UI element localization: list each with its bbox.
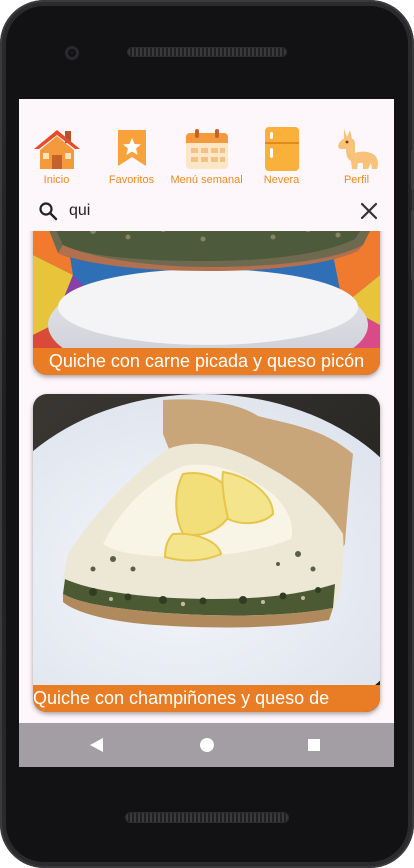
recipe-title: Quiche con champiñones y queso de <box>33 685 380 712</box>
tab-label: Inicio <box>43 174 70 186</box>
recents-square-icon[interactable] <box>289 723 339 767</box>
tab-nevera[interactable]: Nevera <box>246 99 318 191</box>
back-triangle-icon[interactable] <box>72 723 122 767</box>
close-icon[interactable] <box>358 200 380 222</box>
tab-favoritos[interactable]: Favoritos <box>96 99 168 191</box>
system-navigation-bar <box>19 723 394 767</box>
front-camera <box>65 46 79 60</box>
top-tab-bar: Inicio Favoritos Menú semanal Nevera Per… <box>19 99 394 191</box>
fridge-icon <box>264 127 299 171</box>
house-icon <box>33 130 80 169</box>
search-icon <box>39 202 58 221</box>
recipe-card[interactable]: Quiche con carne picada y queso picón <box>33 231 380 375</box>
tab-menu-semanal[interactable]: Menú semanal <box>171 99 243 191</box>
recipe-card[interactable]: Quiche con champiñones y queso de <box>33 394 380 712</box>
search-input[interactable] <box>69 198 339 224</box>
app-screen: Inicio Favoritos Menú semanal Nevera Per… <box>19 99 394 767</box>
tab-label: Favoritos <box>108 174 155 186</box>
tab-perfil[interactable]: Perfil <box>321 99 393 191</box>
home-circle-icon[interactable] <box>182 723 232 767</box>
tab-label: Perfil <box>343 174 370 186</box>
calendar-icon <box>185 129 228 169</box>
tab-label: Menú semanal <box>170 174 243 186</box>
bookmark-star-icon <box>117 130 146 166</box>
recipe-list: Quiche con carne picada y queso picón Qu… <box>19 231 394 723</box>
earpiece-speaker <box>128 48 286 56</box>
recipe-photo <box>33 394 380 712</box>
bottom-speaker <box>126 813 288 822</box>
search-bar <box>19 194 394 230</box>
tab-inicio[interactable]: Inicio <box>21 99 93 191</box>
recipe-title: Quiche con carne picada y queso picón <box>33 348 380 375</box>
llama-icon <box>337 129 378 169</box>
tab-label: Nevera <box>263 174 300 186</box>
